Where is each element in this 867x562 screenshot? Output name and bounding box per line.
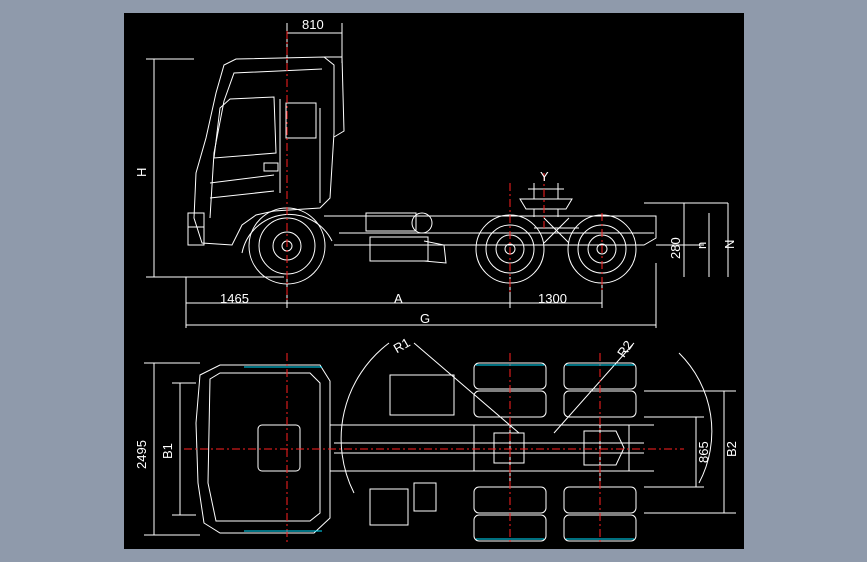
fuel-tank xyxy=(369,236,429,262)
dim-N: N xyxy=(722,240,737,249)
dim-R2: R2 xyxy=(614,338,636,360)
fifth-wheel xyxy=(519,198,573,217)
top-view xyxy=(144,342,736,542)
dim-lines-side xyxy=(146,23,729,328)
drawing-sheet[interactable]: 810 H 1465 A 1300 G Y 280 n N R1 R2 2495… xyxy=(124,13,744,549)
driveshaft xyxy=(334,442,644,454)
dim-810: 810 xyxy=(302,17,324,32)
battery-top xyxy=(369,488,409,526)
dim-280: 280 xyxy=(668,237,683,259)
dim-B1: B1 xyxy=(160,443,175,459)
dim-R1: R1 xyxy=(391,335,413,356)
cad-viewer: 810 H 1465 A 1300 G Y 280 n N R1 R2 2495… xyxy=(0,0,867,562)
exhaust xyxy=(423,240,447,264)
frame-top xyxy=(330,424,654,472)
dim-2495: 2495 xyxy=(134,440,149,469)
tank-top xyxy=(389,374,455,416)
rear-tires-top xyxy=(473,362,637,542)
dim-1300: 1300 xyxy=(538,291,567,306)
dim-865: 865 xyxy=(696,441,711,463)
side-view xyxy=(146,23,729,328)
dim-1465: 1465 xyxy=(220,291,249,306)
cab-step xyxy=(209,162,279,199)
air-tank-top xyxy=(413,482,437,512)
centerlines xyxy=(184,31,684,543)
roof-hatch xyxy=(257,424,301,472)
truck-drawing: 810 H 1465 A 1300 G Y 280 n N R1 R2 2495… xyxy=(134,17,739,543)
cab-rear-window xyxy=(285,102,317,139)
suspension xyxy=(534,217,579,244)
dim-H: H xyxy=(134,168,149,177)
cab-inner-line xyxy=(209,68,323,219)
dim-n: n xyxy=(694,242,709,249)
dim-A: A xyxy=(394,291,403,306)
dim-Y: Y xyxy=(540,169,549,184)
dim-G: G xyxy=(420,311,430,326)
dim-B2: B2 xyxy=(724,441,739,457)
dim-lines-top xyxy=(144,342,736,536)
cab-top-inner xyxy=(207,372,321,522)
